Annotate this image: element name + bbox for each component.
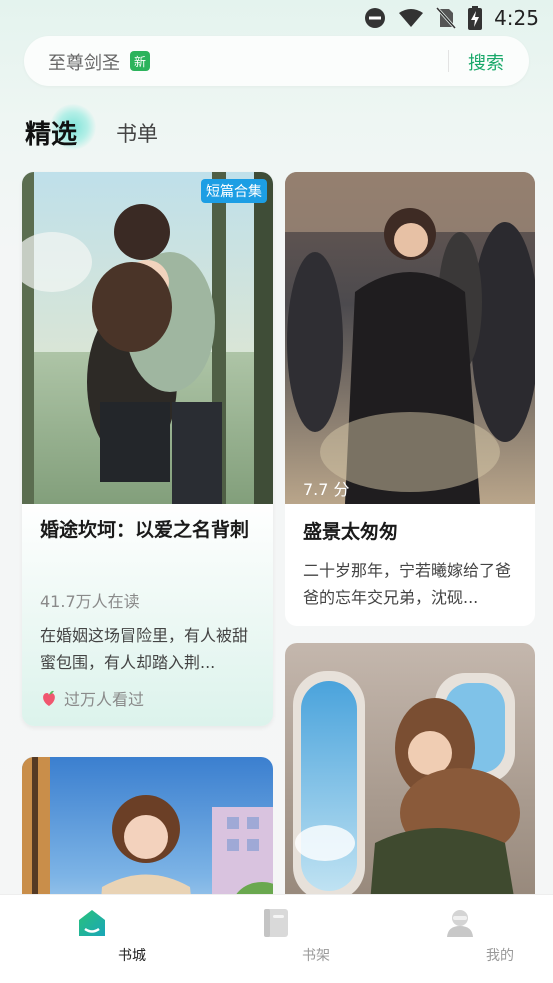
search-divider <box>448 50 449 72</box>
book-cover-1 <box>22 172 273 504</box>
bottom-navigation: 书城 书架 我的 <box>0 894 553 983</box>
book-desc-2: 二十岁那年，宁若曦嫁给了爸爸的忘年交兄弟，沈砚... <box>303 561 512 607</box>
battery-charging-icon <box>468 6 483 30</box>
tab-booklists[interactable]: 书单 <box>116 118 158 148</box>
status-time: 4:25 <box>494 6 539 30</box>
status-icons: 4:25 <box>364 6 539 30</box>
nav-label-bookstore: 书城 <box>118 948 146 964</box>
book-score-2: 7.7 分 <box>303 480 350 499</box>
book-cover-2 <box>285 172 535 504</box>
new-badge: 新 <box>130 51 150 71</box>
seen-label: 过万人看过 <box>64 690 145 709</box>
nav-label-bookshelf: 书架 <box>302 948 330 964</box>
wifi-icon <box>399 9 424 27</box>
bookshelf-icon <box>264 909 288 937</box>
short-collection-badge: 短篇合集 <box>201 179 267 203</box>
book-card-1[interactable]: 短篇合集 婚途坎坷：以爱之名背刺 41.7万人在读 在婚姻这场冒险里，有人被甜蜜… <box>22 172 273 726</box>
book-title-2: 盛景太匆匆 <box>303 521 399 543</box>
profile-icon <box>447 910 473 937</box>
search-button[interactable]: 搜索 <box>468 49 504 75</box>
peach-icon <box>43 690 55 706</box>
do-not-disturb-icon <box>365 8 386 28</box>
no-sim-icon <box>436 7 457 29</box>
status-bar: 4:25 <box>0 0 553 38</box>
book-card-2[interactable]: 7.7 分 盛景太匆匆 二十岁那年，宁若曦嫁给了爸爸的忘年交兄弟，沈砚... <box>285 172 535 626</box>
search-bar[interactable]: 至尊剑圣 新 搜索 <box>24 36 529 86</box>
tab-featured[interactable]: 精选 <box>25 114 77 151</box>
nav-label-profile: 我的 <box>486 948 514 964</box>
book-desc-1: 在婚姻这场冒险里，有人被甜蜜包围，有人却踏入荆... <box>40 626 249 672</box>
bookstore-home-icon <box>79 910 105 936</box>
search-input[interactable]: 至尊剑圣 <box>48 49 120 75</box>
book-seen-1: 过万人看过 <box>40 686 144 710</box>
book-readers-1: 41.7万人在读 <box>40 592 140 611</box>
book-title-1: 婚途坎坷：以爱之名背刺 <box>40 519 250 541</box>
